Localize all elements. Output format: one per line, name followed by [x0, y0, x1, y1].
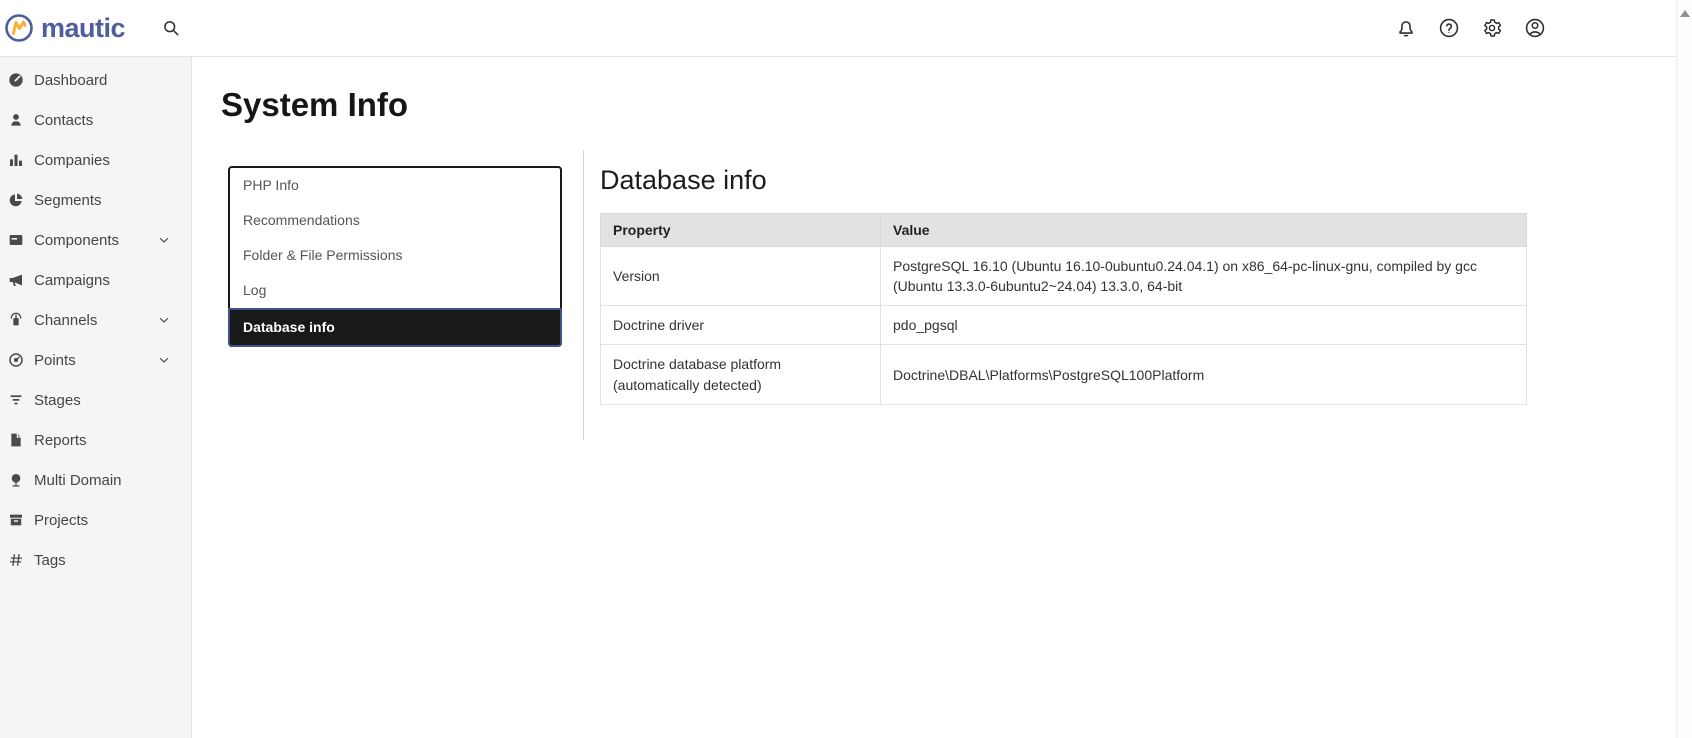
- database-info-table: Property Value Version PostgreSQL 16.10 …: [600, 212, 1527, 406]
- points-icon: [8, 352, 24, 368]
- sidebar-item-label: Segments: [34, 191, 102, 209]
- contacts-icon: [8, 112, 24, 128]
- value-cell: Doctrine\DBAL\Platforms\PostgreSQL100Pla…: [880, 344, 1527, 406]
- bell-icon: [1395, 17, 1417, 39]
- sidebar-item-label: Stages: [34, 391, 81, 409]
- table-header-row: Property Value: [600, 212, 1527, 247]
- panel-heading: Database info: [600, 164, 767, 195]
- sidebar-item-label: Contacts: [34, 111, 94, 129]
- table-row: Doctrine driver pdo_pgsql: [600, 305, 1527, 346]
- tab-database-info[interactable]: Database info: [228, 307, 562, 347]
- sidebar: Dashboard Contacts Companies Segments Co…: [0, 57, 192, 738]
- chevron-down-icon: [157, 313, 171, 327]
- sidebar-item-label: Projects: [34, 511, 89, 529]
- components-icon: [8, 232, 24, 248]
- database-info-panel: Database info Property Value Version Pos…: [583, 149, 1676, 441]
- search-button[interactable]: [161, 18, 181, 38]
- table-row: Doctrine database platform (automaticall…: [600, 344, 1527, 406]
- sidebar-item-campaigns[interactable]: Campaigns: [0, 260, 191, 300]
- projects-icon: [8, 512, 24, 528]
- property-cell: Doctrine driver: [600, 305, 881, 346]
- sidebar-item-label: Tags: [34, 551, 66, 569]
- sidebar-item-label: Components: [34, 231, 120, 249]
- sidebar-item-reports[interactable]: Reports: [0, 420, 191, 460]
- account-icon: [1524, 17, 1546, 39]
- sidebar-item-points[interactable]: Points: [0, 340, 191, 380]
- sidebar-item-label: Dashboard: [34, 71, 108, 89]
- account-button[interactable]: [1524, 17, 1546, 39]
- sidebar-item-channels[interactable]: Channels: [0, 300, 191, 340]
- main-content: System Info PHP Info Recommendations Fol…: [192, 57, 1676, 738]
- page-title: System Info: [221, 86, 409, 123]
- property-cell: Version: [600, 245, 881, 307]
- sidebar-item-tags[interactable]: Tags: [0, 540, 191, 580]
- table-row: Version PostgreSQL 16.10 (Ubuntu 16.10-0…: [600, 245, 1527, 307]
- sidebar-item-label: Multi Domain: [34, 471, 122, 489]
- property-cell: Doctrine database platform (automaticall…: [600, 344, 881, 406]
- sidebar-item-components[interactable]: Components: [0, 220, 191, 260]
- sidebar-item-label: Channels: [34, 311, 98, 329]
- dashboard-icon: [8, 72, 24, 88]
- mautic-logo[interactable]: mautic: [4, 12, 126, 44]
- column-header-property: Property: [600, 212, 881, 247]
- sidebar-item-projects[interactable]: Projects: [0, 500, 191, 540]
- column-header-value: Value: [880, 212, 1527, 247]
- system-info-tab-list: PHP Info Recommendations Folder & File P…: [228, 165, 562, 347]
- sidebar-item-multi-domain[interactable]: Multi Domain: [0, 460, 191, 500]
- search-icon: [161, 18, 181, 38]
- question-icon: [1438, 17, 1460, 39]
- mautic-logo-icon: [4, 13, 34, 43]
- channels-icon: [8, 312, 24, 328]
- sidebar-item-label: Campaigns: [34, 271, 110, 289]
- campaigns-icon: [8, 272, 24, 288]
- tags-icon: [8, 552, 24, 568]
- tab-log[interactable]: Log: [230, 273, 560, 308]
- sidebar-item-stages[interactable]: Stages: [0, 380, 191, 420]
- multi-domain-icon: [8, 472, 24, 488]
- segments-icon: [8, 192, 24, 208]
- sidebar-item-label: Reports: [34, 431, 87, 449]
- mautic-wordmark: mautic: [41, 12, 126, 43]
- topbar: mautic: [0, 0, 1676, 57]
- sidebar-item-label: Companies: [34, 151, 110, 169]
- value-cell: pdo_pgsql: [880, 305, 1527, 346]
- value-cell: PostgreSQL 16.10 (Ubuntu 16.10-0ubuntu0.…: [880, 245, 1527, 307]
- sidebar-item-segments[interactable]: Segments: [0, 180, 191, 220]
- chevron-down-icon: [157, 233, 171, 247]
- sidebar-item-companies[interactable]: Companies: [0, 140, 191, 180]
- tab-php-info[interactable]: PHP Info: [230, 168, 560, 203]
- reports-icon: [8, 432, 24, 448]
- notifications-button[interactable]: [1395, 17, 1417, 39]
- gear-icon: [1481, 17, 1503, 39]
- sidebar-item-dashboard[interactable]: Dashboard: [0, 60, 191, 100]
- companies-icon: [8, 152, 24, 168]
- tab-folder-file-permissions[interactable]: Folder & File Permissions: [230, 238, 560, 273]
- tab-recommendations[interactable]: Recommendations: [230, 203, 560, 238]
- help-button[interactable]: [1438, 17, 1460, 39]
- sidebar-item-label: Points: [34, 351, 76, 369]
- vertical-scrollbar[interactable]: [1676, 0, 1692, 738]
- stages-icon: [8, 392, 24, 408]
- sidebar-item-contacts[interactable]: Contacts: [0, 100, 191, 140]
- system-info-content: PHP Info Recommendations Folder & File P…: [221, 149, 1676, 441]
- scroll-up-arrow[interactable]: [1680, 10, 1690, 17]
- settings-button[interactable]: [1481, 17, 1503, 39]
- chevron-down-icon: [157, 353, 171, 367]
- topbar-actions: [1395, 17, 1546, 39]
